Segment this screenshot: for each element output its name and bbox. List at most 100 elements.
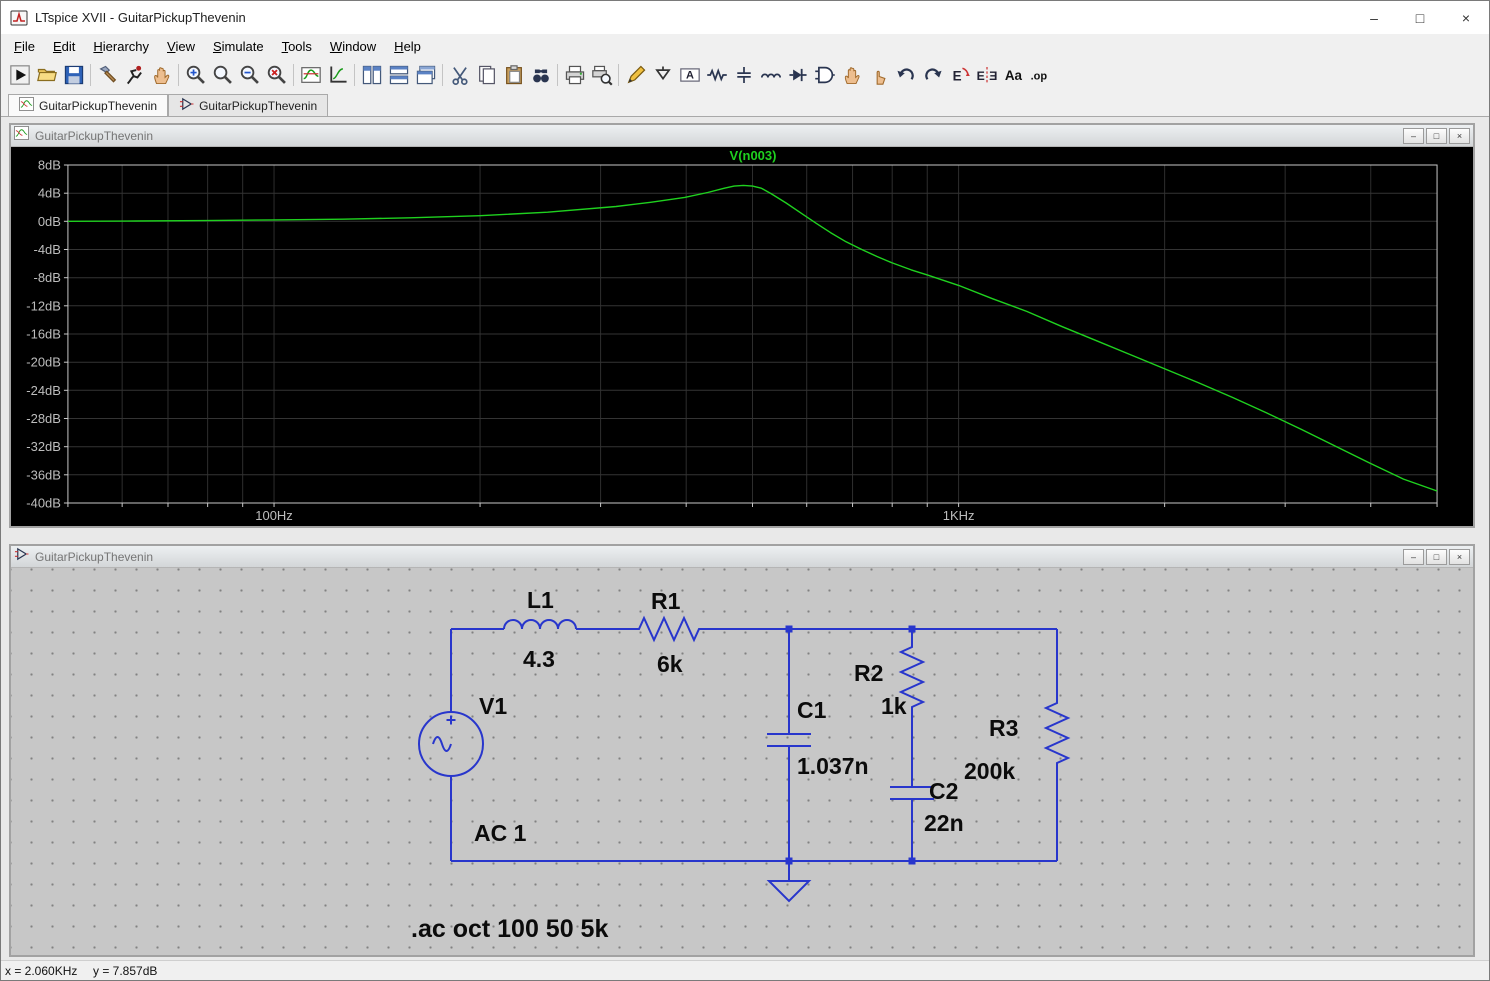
text-icon[interactable]: Aa	[1000, 61, 1027, 88]
child-restore-button[interactable]: □	[1426, 127, 1447, 144]
child-minimize-button[interactable]: –	[1403, 548, 1424, 565]
svg-text:-40dB: -40dB	[26, 495, 61, 510]
menu-edit[interactable]: Edit	[44, 36, 84, 57]
paste-icon[interactable]	[500, 61, 527, 88]
axis-ticks	[63, 164, 1438, 507]
spice-directive-text[interactable]: .ac oct 100 50 5k	[411, 915, 608, 943]
undo-icon[interactable]	[892, 61, 919, 88]
label-r1-ref[interactable]: R1	[651, 588, 681, 614]
halt-icon[interactable]	[148, 61, 175, 88]
maximize-button[interactable]: □	[1397, 1, 1443, 34]
status-bar: x = 2.060KHz y = 7.857dB	[1, 960, 1489, 980]
resistor-icon[interactable]	[703, 61, 730, 88]
label-r2-ref[interactable]: R2	[854, 660, 883, 686]
inductor-l1[interactable]	[503, 619, 577, 630]
schematic-window-controls: – □ ×	[1403, 548, 1470, 565]
component-icon[interactable]	[811, 61, 838, 88]
menu-hierarchy[interactable]: Hierarchy	[84, 36, 158, 57]
autorange-icon[interactable]	[324, 61, 351, 88]
child-close-button[interactable]: ×	[1449, 548, 1470, 565]
label-r2-value[interactable]: 1k	[881, 693, 907, 719]
svg-text:100Hz: 100Hz	[255, 508, 293, 523]
schematic-canvas[interactable]: L1 4.3 R1 6k V1 AC 1 C1 1.037n R2 1k C2 …	[11, 568, 1473, 955]
label-l1-ref[interactable]: L1	[527, 587, 554, 613]
net-label-icon[interactable]: A	[676, 61, 703, 88]
label-c2-value[interactable]: 22n	[924, 810, 964, 836]
menu-simulate[interactable]: Simulate	[204, 36, 273, 57]
svg-text:-36dB: -36dB	[26, 467, 61, 482]
svg-text:Aa: Aa	[1004, 67, 1022, 82]
resistor-r1[interactable]	[627, 615, 711, 643]
zoom-out-icon[interactable]	[236, 61, 263, 88]
plot-settings-icon[interactable]	[297, 61, 324, 88]
cascade-windows-icon[interactable]	[412, 61, 439, 88]
tile-horizontal-icon[interactable]	[385, 61, 412, 88]
child-minimize-button[interactable]: –	[1403, 127, 1424, 144]
waveform-plot-canvas[interactable]: 8dB 4dB 0dB -4dB -8dB -12dB -16dB -20dB -24dB -28…	[11, 147, 1473, 526]
menu-file[interactable]: File	[5, 36, 44, 57]
cut-icon[interactable]	[446, 61, 473, 88]
label-r1-value[interactable]: 6k	[657, 651, 683, 677]
label-l1-value[interactable]: 4.3	[523, 646, 555, 672]
ground-icon[interactable]	[649, 61, 676, 88]
run-simulation-icon[interactable]	[121, 61, 148, 88]
schematic-window: GuitarPickupThevenin – □ × L1 4.3 R1 6k …	[9, 544, 1475, 957]
zoom-full-icon[interactable]	[263, 61, 290, 88]
redo-icon[interactable]	[919, 61, 946, 88]
tab-waveform[interactable]: GuitarPickupThevenin	[8, 94, 169, 116]
label-c1-ref[interactable]: C1	[797, 697, 827, 723]
app-logo-icon	[10, 9, 28, 27]
menu-tools[interactable]: Tools	[273, 36, 321, 57]
drag-icon[interactable]	[865, 61, 892, 88]
child-close-button[interactable]: ×	[1449, 127, 1470, 144]
label-v1-value[interactable]: AC 1	[474, 820, 527, 846]
save-icon[interactable]	[60, 61, 87, 88]
rotate-icon[interactable]: E	[946, 61, 973, 88]
copy-icon[interactable]	[473, 61, 500, 88]
label-c2-ref[interactable]: C2	[929, 778, 958, 804]
run-icon[interactable]	[6, 61, 33, 88]
capacitor-icon[interactable]	[730, 61, 757, 88]
waveform-plot-area[interactable]: 8dB 4dB 0dB -4dB -8dB -12dB -16dB -20dB -24dB -28…	[11, 147, 1473, 526]
schematic-window-titlebar[interactable]: GuitarPickupThevenin – □ ×	[11, 546, 1473, 568]
zoom-in-icon[interactable]	[182, 61, 209, 88]
tab-schematic[interactable]: GuitarPickupThevenin	[168, 94, 329, 116]
trace-label[interactable]: V(n003)	[730, 148, 777, 163]
schematic-canvas-area[interactable]: L1 4.3 R1 6k V1 AC 1 C1 1.037n R2 1k C2 …	[11, 568, 1473, 955]
cursor-y-readout: y = 7.857dB	[93, 963, 158, 978]
move-icon[interactable]	[838, 61, 865, 88]
label-c1-value[interactable]: 1.037n	[797, 753, 869, 779]
schematic-labels: L1 4.3 R1 6k V1 AC 1 C1 1.037n R2 1k C2 …	[411, 587, 1018, 943]
label-r3-value[interactable]: 200k	[964, 758, 1015, 784]
capacitor-c1[interactable]	[767, 733, 811, 747]
waveform-window-titlebar[interactable]: GuitarPickupThevenin – □ ×	[11, 125, 1473, 147]
waveform-window-controls: – □ ×	[1403, 127, 1470, 144]
spice-directive-icon[interactable]: .op	[1027, 61, 1054, 88]
voltage-source-v1[interactable]	[418, 711, 484, 777]
mirror-icon[interactable]: EE	[973, 61, 1000, 88]
wire-icon[interactable]	[622, 61, 649, 88]
inductor-icon[interactable]	[757, 61, 784, 88]
label-v1-ref[interactable]: V1	[479, 693, 507, 719]
diode-icon[interactable]	[784, 61, 811, 88]
minimize-button[interactable]: –	[1351, 1, 1397, 34]
resistor-r3[interactable]	[1043, 698, 1071, 770]
waveform-window-icon	[14, 126, 29, 145]
print-icon[interactable]	[561, 61, 588, 88]
find-icon[interactable]	[527, 61, 554, 88]
child-restore-button[interactable]: □	[1426, 548, 1447, 565]
capacitor-c2[interactable]	[890, 786, 934, 800]
open-icon[interactable]	[33, 61, 60, 88]
zoom-back-icon[interactable]	[209, 61, 236, 88]
print-preview-icon[interactable]	[588, 61, 615, 88]
svg-text:-12dB: -12dB	[26, 298, 61, 313]
menu-view[interactable]: View	[158, 36, 204, 57]
label-r3-ref[interactable]: R3	[989, 715, 1018, 741]
close-button[interactable]: ×	[1443, 1, 1489, 34]
menu-help[interactable]: Help	[385, 36, 430, 57]
ground-symbol[interactable]	[766, 861, 812, 903]
control-panel-icon[interactable]	[94, 61, 121, 88]
tile-vertical-icon[interactable]	[358, 61, 385, 88]
menu-window[interactable]: Window	[321, 36, 385, 57]
y-axis-labels: 8dB 4dB 0dB -4dB -8dB -12dB -16dB -20dB -24dB -28…	[26, 157, 61, 510]
